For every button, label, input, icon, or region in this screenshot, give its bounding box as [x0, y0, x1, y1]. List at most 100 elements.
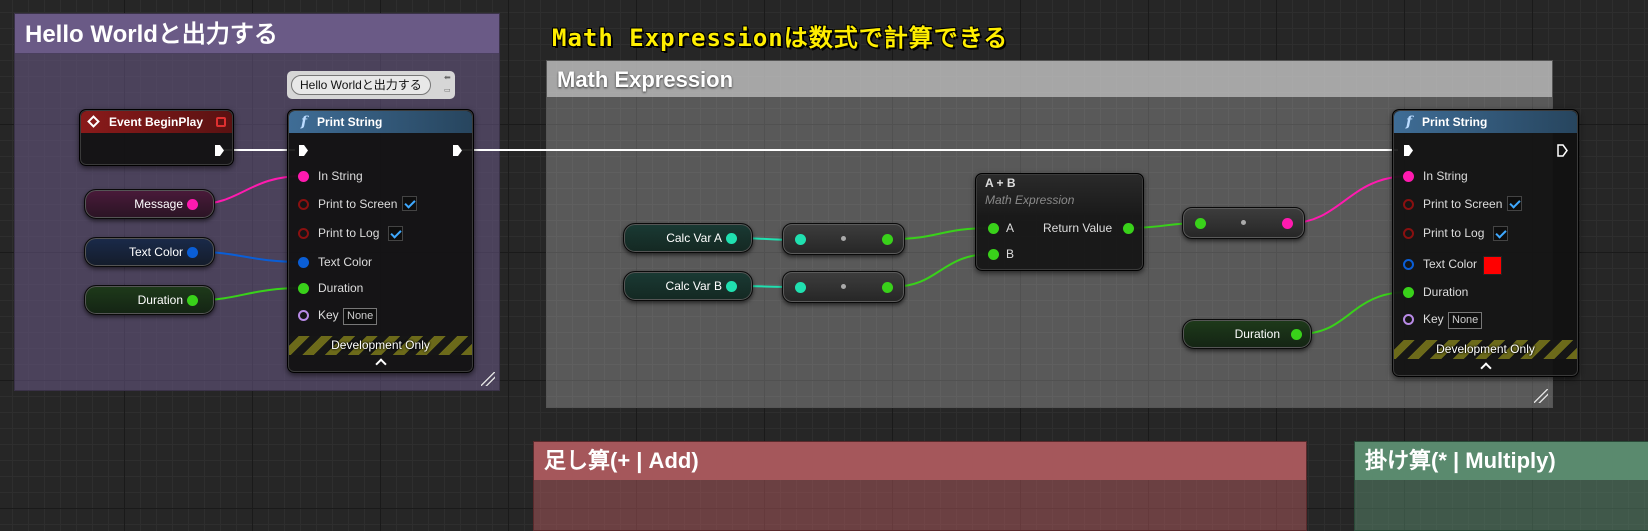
- exec-out-pin[interactable]: [1557, 144, 1568, 157]
- node-title: Event BeginPlay: [109, 115, 204, 129]
- pin-label: Text Color: [1423, 257, 1478, 271]
- collapse-chevron-icon[interactable]: [1479, 362, 1492, 374]
- pin-icon[interactable]: ▭: [444, 87, 452, 95]
- page-heading: Math Expressionは数式で計算できる: [552, 24, 1009, 52]
- variable-label: Text Color: [128, 245, 183, 259]
- variable-label: Duration: [1234, 327, 1280, 341]
- duration-variable-node[interactable]: Duration: [84, 285, 215, 315]
- conversion-node[interactable]: [782, 271, 905, 303]
- key-value-field[interactable]: None: [1448, 312, 1483, 329]
- output-pin[interactable]: [882, 282, 893, 293]
- output-pin[interactable]: [187, 295, 198, 306]
- input-pin-a[interactable]: [988, 223, 999, 234]
- variable-label: Calc Var B: [665, 279, 722, 293]
- print-to-screen-pin[interactable]: [1403, 199, 1414, 210]
- conversion-dot-icon: [840, 236, 846, 241]
- return-value-pin[interactable]: [1123, 223, 1134, 234]
- comment-multiply[interactable]: 掛け算(* | Multiply): [1354, 441, 1648, 531]
- print-to-log-checkbox[interactable]: [1493, 226, 1508, 241]
- pin-label: Return Value: [1043, 221, 1113, 235]
- exec-out-pin[interactable]: [214, 144, 225, 157]
- event-beginplay-node[interactable]: Event BeginPlay: [79, 109, 234, 166]
- duration-variable-node[interactable]: Duration: [1182, 319, 1312, 349]
- conversion-dot-icon: [1240, 220, 1246, 225]
- function-icon: f: [301, 114, 308, 130]
- pin-label: A: [1006, 221, 1015, 235]
- output-pin[interactable]: [187, 247, 198, 258]
- output-pin[interactable]: [1291, 329, 1302, 340]
- output-pin[interactable]: [882, 234, 893, 245]
- pin-label: Print to Screen: [318, 197, 398, 211]
- collapse-chevron-icon[interactable]: [374, 358, 387, 370]
- text-color-pin[interactable]: [298, 257, 309, 268]
- key-pin[interactable]: [298, 310, 309, 321]
- print-to-log-pin[interactable]: [298, 228, 309, 239]
- resize-handle-icon[interactable]: [1534, 389, 1548, 403]
- pin-label: Key: [318, 308, 339, 322]
- variable-label: Message: [134, 197, 183, 211]
- comment-title[interactable]: 掛け算(* | Multiply): [1355, 442, 1648, 480]
- bubble-text: Hello Worldと出力する: [291, 75, 431, 95]
- output-pin[interactable]: [1282, 218, 1293, 229]
- text-color-swatch[interactable]: [1483, 256, 1502, 275]
- calc-var-a-node[interactable]: Calc Var A: [623, 223, 753, 253]
- print-to-screen-checkbox[interactable]: [402, 196, 417, 211]
- output-pin[interactable]: [726, 281, 737, 292]
- conversion-node[interactable]: [1182, 207, 1305, 239]
- pin-label: Key: [1423, 312, 1444, 326]
- text-color-variable-node[interactable]: Text Color: [84, 237, 215, 267]
- exec-out-pin[interactable]: [452, 144, 463, 157]
- variable-label: Duration: [137, 293, 183, 307]
- pin-label: Duration: [318, 281, 364, 295]
- math-expression-node[interactable]: A + B Math Expression A B Return Value: [975, 173, 1144, 271]
- input-pin[interactable]: [1195, 218, 1206, 229]
- node-header[interactable]: A + B Math Expression: [977, 175, 1142, 215]
- key-value-field[interactable]: None: [343, 308, 378, 325]
- print-to-screen-pin[interactable]: [298, 199, 309, 210]
- conversion-node[interactable]: [782, 223, 905, 255]
- in-string-pin[interactable]: [1403, 171, 1414, 182]
- output-pin[interactable]: [187, 199, 198, 210]
- comment-title[interactable]: Hello Worldと出力する: [15, 14, 499, 54]
- message-variable-node[interactable]: Message: [84, 189, 215, 219]
- node-header[interactable]: Event BeginPlay: [81, 111, 232, 133]
- pin-label: In String: [1423, 169, 1468, 183]
- comment-add[interactable]: 足し算(+ | Add): [533, 441, 1307, 531]
- print-to-log-pin[interactable]: [1403, 228, 1414, 239]
- node-subtitle: Math Expression: [985, 193, 1075, 207]
- pin-label: Print to Screen: [1423, 197, 1503, 211]
- in-string-pin[interactable]: [298, 171, 309, 182]
- node-title: Print String: [1422, 115, 1488, 129]
- pin-label: Print to Log: [1423, 226, 1485, 240]
- variable-label: Calc Var A: [666, 231, 722, 245]
- event-diamond-icon: [87, 115, 100, 128]
- node-header[interactable]: f Print String: [1394, 111, 1577, 133]
- print-to-screen-checkbox[interactable]: [1507, 196, 1522, 211]
- key-pin[interactable]: [1403, 314, 1414, 325]
- print-to-log-checkbox[interactable]: [388, 226, 403, 241]
- comment-title[interactable]: Math Expression: [547, 61, 1552, 97]
- node-title: Print String: [317, 115, 383, 129]
- print-string-node[interactable]: f Print String In String Print to Screen…: [287, 109, 474, 373]
- resize-handle-icon[interactable]: [481, 372, 495, 386]
- duration-pin[interactable]: [298, 283, 309, 294]
- function-icon: f: [1406, 114, 1413, 130]
- pin-icon[interactable]: ⬅: [444, 74, 452, 82]
- input-pin[interactable]: [795, 282, 806, 293]
- pin-label: In String: [318, 169, 363, 183]
- exec-in-pin[interactable]: [298, 144, 309, 157]
- conversion-dot-icon: [840, 284, 846, 289]
- comment-title[interactable]: 足し算(+ | Add): [534, 442, 1306, 480]
- node-comment-bubble[interactable]: Hello Worldと出力する ⬅ ▭: [287, 71, 455, 99]
- node-header[interactable]: f Print String: [289, 111, 472, 133]
- delegate-pin-icon[interactable]: [216, 117, 226, 127]
- pin-label: B: [1006, 247, 1015, 261]
- exec-in-pin[interactable]: [1403, 144, 1414, 157]
- print-string-node[interactable]: f Print String In String Print to Screen…: [1392, 109, 1579, 377]
- duration-pin[interactable]: [1403, 287, 1414, 298]
- input-pin[interactable]: [795, 234, 806, 245]
- text-color-pin[interactable]: [1403, 259, 1414, 270]
- calc-var-b-node[interactable]: Calc Var B: [623, 271, 753, 301]
- output-pin[interactable]: [726, 233, 737, 244]
- input-pin-b[interactable]: [988, 249, 999, 260]
